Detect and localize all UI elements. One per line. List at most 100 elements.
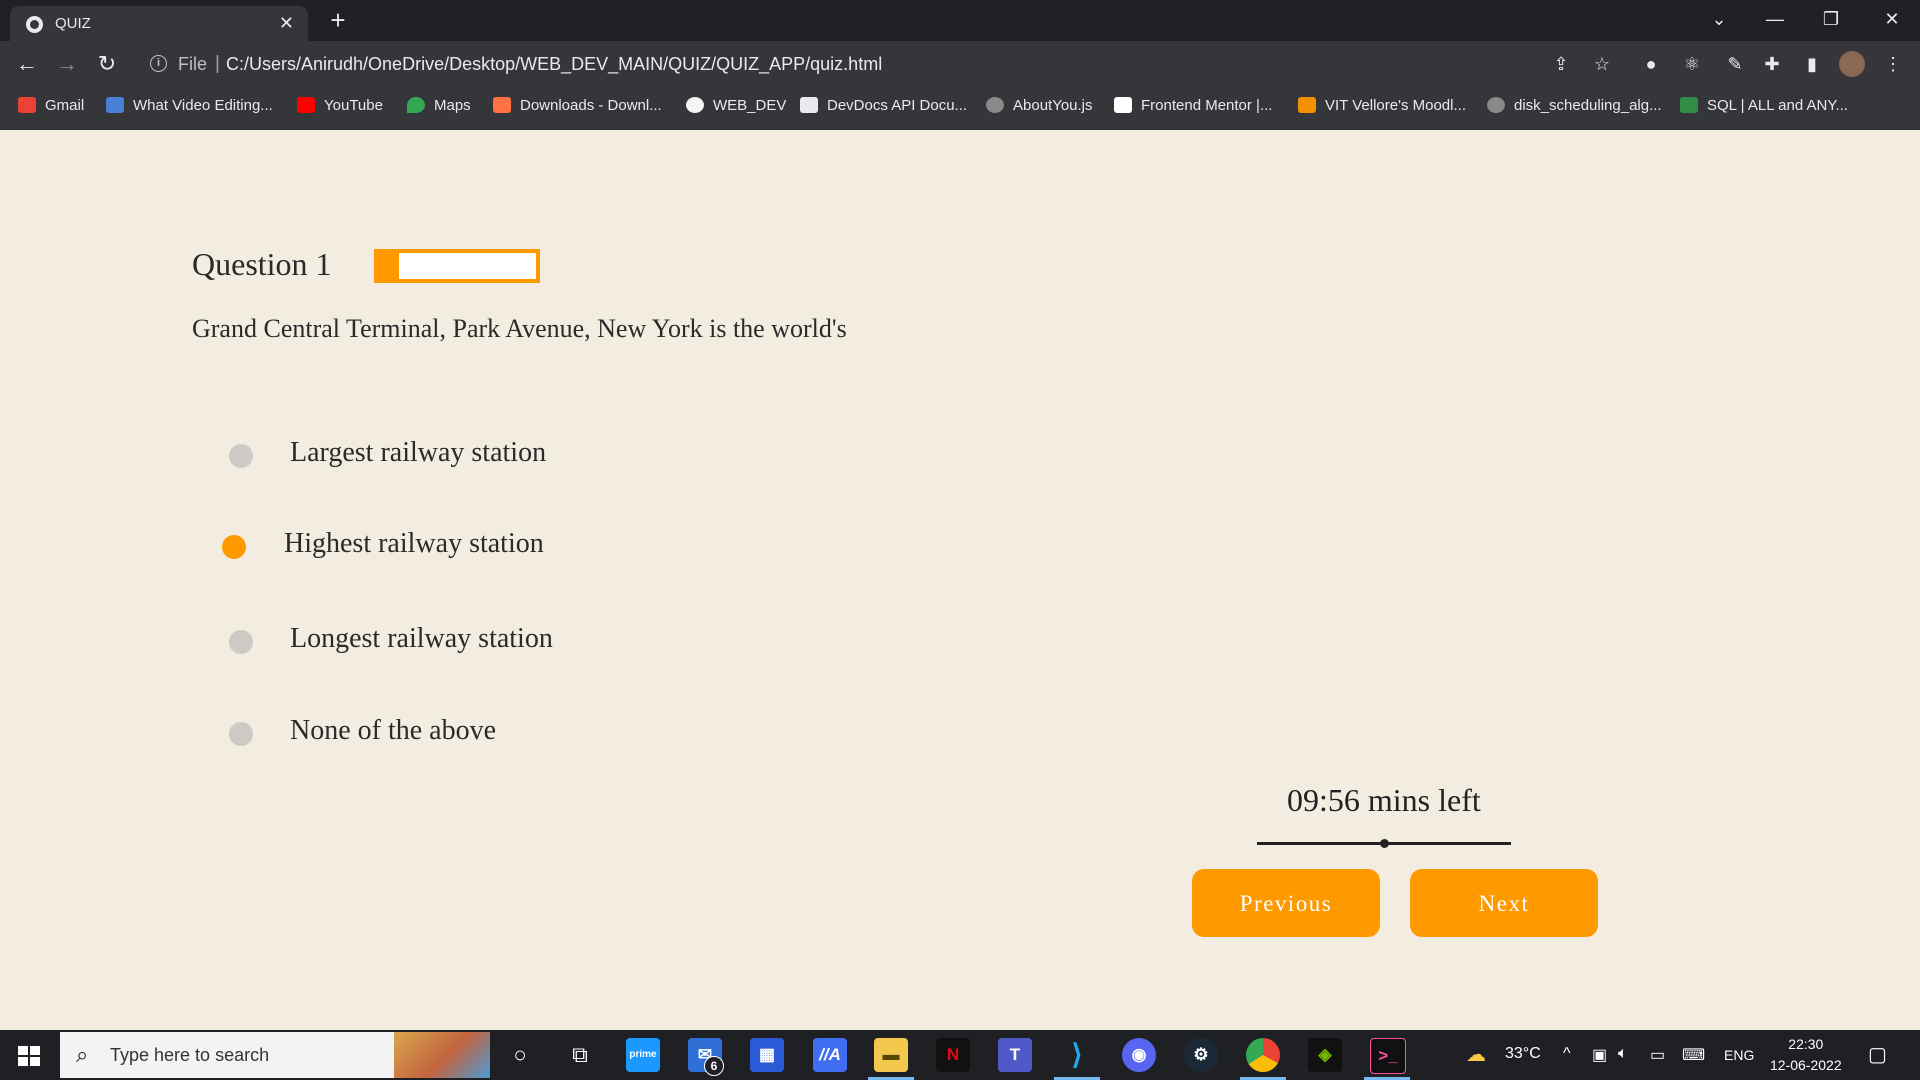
option-radio[interactable] [229, 630, 253, 654]
bookmark-vit-moodle[interactable]: VIT Vellore's Moodl... [1298, 97, 1466, 114]
nvidia-icon[interactable]: ◈ [1308, 1038, 1342, 1072]
gmail-icon [18, 97, 36, 113]
question-title: Question 1 [192, 246, 332, 282]
option-radio[interactable] [229, 444, 253, 468]
video-editing-icon [106, 97, 124, 113]
restore-icon[interactable]: ❐ [1803, 0, 1859, 41]
bookmark-web-dev[interactable]: WEB_DEV [686, 97, 786, 114]
prime-video-icon[interactable]: prime [626, 1038, 660, 1072]
bookmark-label: Maps [434, 97, 471, 114]
option-radio-selected[interactable] [222, 535, 246, 559]
new-tab-button[interactable]: + [322, 6, 354, 34]
windows-start-icon[interactable] [18, 1046, 40, 1066]
window-close-icon[interactable]: ✕ [1864, 0, 1920, 41]
bookmark-gmail[interactable]: Gmail [18, 97, 84, 114]
bookmark-label: AboutYou.js [1013, 97, 1093, 114]
taskbar-search[interactable]: ⌕ Type here to search [60, 1032, 490, 1078]
microsoft-store-icon[interactable]: ▦ [750, 1038, 784, 1072]
browser-toolbar: ← → ↻ i File | C:/Users/Anirudh/OneDrive… [0, 41, 1920, 87]
minimize-icon[interactable]: — [1747, 0, 1803, 41]
youtube-icon [297, 97, 315, 113]
tab-close-icon[interactable]: ✕ [279, 13, 294, 33]
vscode-icon[interactable]: ⟩ [1060, 1038, 1094, 1072]
url-text[interactable]: C:/Users/Anirudh/OneDrive/Desktop/WEB_DE… [226, 54, 882, 75]
bookmarks-bar: Gmail What Video Editing... YouTube Maps… [0, 87, 1920, 130]
bookmark-star-icon[interactable]: ☆ [1589, 51, 1615, 77]
bookmark-aboutyou[interactable]: AboutYou.js [986, 97, 1093, 114]
pen-extension-icon[interactable]: ✎ [1722, 51, 1748, 77]
search-highlight-image [394, 1032, 490, 1078]
globe-icon [26, 16, 43, 33]
bookmark-label: YouTube [324, 97, 383, 114]
temperature-text[interactable]: 33°C [1505, 1045, 1541, 1063]
profile-avatar[interactable] [1839, 51, 1865, 77]
task-view-icon[interactable]: ⧉ [563, 1038, 597, 1072]
option-label[interactable]: Largest railway station [290, 437, 546, 469]
bookmark-label: What Video Editing... [133, 97, 273, 114]
extension-icon[interactable]: ● [1638, 51, 1664, 77]
question-progress-bar [374, 249, 540, 283]
option-label[interactable]: Highest railway station [284, 528, 544, 560]
chrome-icon[interactable] [1246, 1038, 1280, 1072]
bookmark-label: disk_scheduling_alg... [1514, 97, 1662, 114]
react-devtools-icon[interactable]: ⚛ [1679, 51, 1705, 77]
bookmark-devdocs[interactable]: DevDocs API Docu... [800, 97, 967, 114]
keyboard-icon[interactable]: ⌨ [1682, 1045, 1705, 1065]
side-panel-icon[interactable]: ▮ [1799, 51, 1825, 77]
forward-icon[interactable]: → [52, 49, 82, 79]
terminal-icon[interactable]: >_ [1370, 1038, 1406, 1074]
bookmark-youtube[interactable]: YouTube [297, 97, 383, 114]
previous-button[interactable]: Previous [1192, 869, 1380, 937]
back-icon[interactable]: ← [12, 49, 42, 79]
tab-strip: QUIZ ✕ + ⌄ — ❐ ✕ [0, 0, 1920, 41]
taskbar: ⌕ Type here to search ○ ⧉ prime ✉ 6 ▦ //… [0, 1030, 1920, 1080]
timer-text: 09:56 mins left [1287, 782, 1481, 818]
address-bar[interactable]: i File | C:/Users/Anirudh/OneDrive/Deskt… [138, 48, 1528, 80]
teams-icon[interactable]: T [998, 1038, 1032, 1072]
web-dev-icon [686, 97, 704, 113]
info-icon[interactable]: i [150, 55, 167, 72]
question-text: Grand Central Terminal, Park Avenue, New… [192, 314, 847, 343]
option-label[interactable]: Longest railway station [290, 623, 553, 655]
reload-icon[interactable]: ↻ [92, 49, 122, 79]
tab-search-icon[interactable]: ⌄ [1691, 0, 1747, 41]
bookmark-disk-scheduling[interactable]: disk_scheduling_alg... [1487, 97, 1662, 114]
tab-title: QUIZ [55, 15, 91, 32]
option-label[interactable]: None of the above [290, 715, 496, 747]
timer-marker [1380, 839, 1389, 848]
network-icon[interactable]: ▭ [1650, 1045, 1665, 1065]
netflix-icon[interactable]: N [936, 1038, 970, 1072]
meet-now-icon[interactable]: ▣ [1592, 1045, 1607, 1065]
file-explorer-icon[interactable]: ▬ [874, 1038, 908, 1072]
language-indicator[interactable]: ENG [1724, 1047, 1754, 1063]
option-radio[interactable] [229, 722, 253, 746]
clock[interactable]: 22:30 12-06-2022 [1770, 1034, 1842, 1076]
volume-icon[interactable]: 🔈︎ [1618, 1045, 1628, 1063]
notifications-icon[interactable]: ▢ [1868, 1042, 1887, 1067]
steam-icon[interactable]: ⚙ [1184, 1038, 1218, 1072]
weather-icon[interactable]: ☁ [1466, 1042, 1486, 1067]
search-placeholder[interactable]: Type here to search [110, 1045, 269, 1066]
bookmark-label: WEB_DEV [713, 97, 787, 114]
moodle-icon [1298, 97, 1316, 113]
mega-app-icon[interactable]: //A [813, 1038, 847, 1072]
bookmark-label: Gmail [45, 97, 85, 114]
browser-tab[interactable]: QUIZ ✕ [10, 6, 308, 41]
show-hidden-icons[interactable]: ^ [1563, 1045, 1571, 1063]
maps-icon [407, 97, 425, 113]
puzzle-icon[interactable]: ✚ [1759, 51, 1785, 77]
share-icon[interactable]: ⇪ [1548, 51, 1574, 77]
bookmark-downloads[interactable]: Downloads - Downl... [493, 97, 662, 114]
discord-icon[interactable]: ◉ [1122, 1038, 1156, 1072]
bookmark-label: DevDocs API Docu... [827, 97, 968, 114]
menu-icon[interactable]: ⋮ [1880, 51, 1906, 77]
globe-icon [1487, 97, 1505, 113]
bookmark-label: Frontend Mentor |... [1141, 97, 1273, 114]
globe-icon [986, 97, 1004, 113]
next-button[interactable]: Next [1410, 869, 1598, 937]
bookmark-video-editing[interactable]: What Video Editing... [106, 97, 273, 114]
bookmark-maps[interactable]: Maps [407, 97, 471, 114]
bookmark-sql[interactable]: SQL | ALL and ANY... [1680, 97, 1848, 114]
cortana-icon[interactable]: ○ [503, 1038, 537, 1072]
bookmark-frontend-mentor[interactable]: Frontend Mentor |... [1114, 97, 1272, 114]
